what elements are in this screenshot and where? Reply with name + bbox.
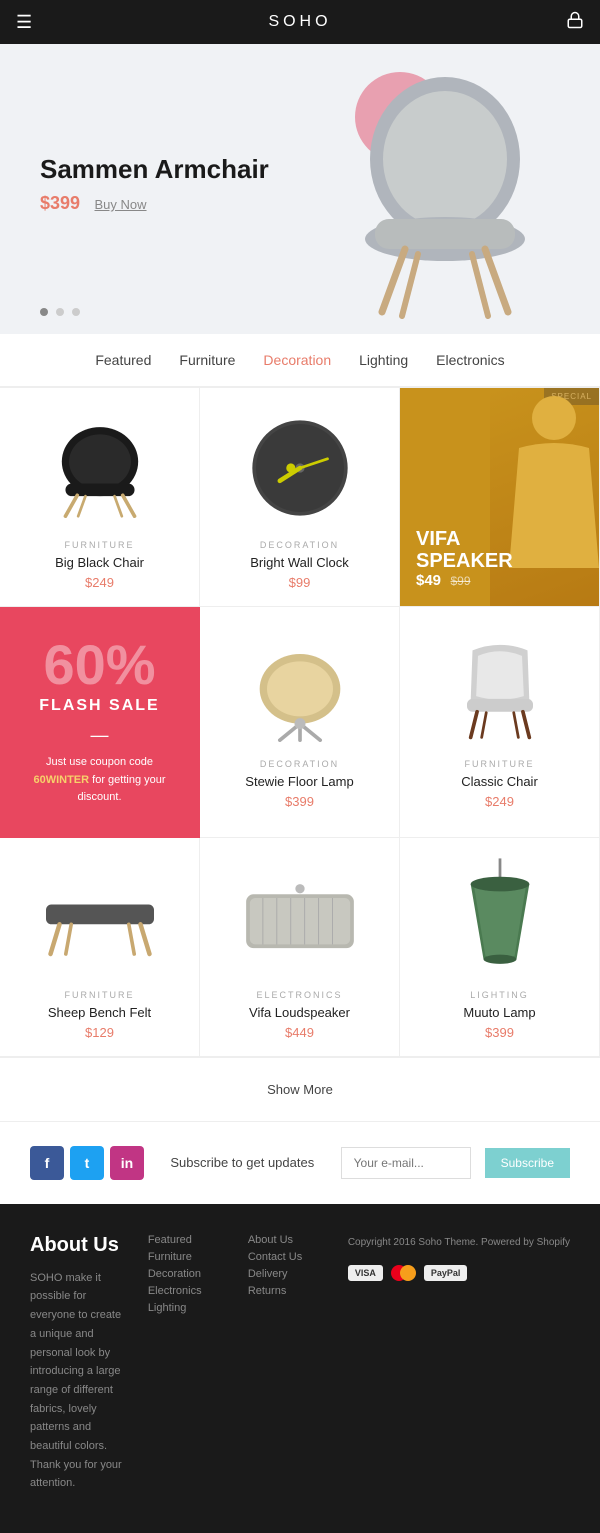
product-muuto-lamp[interactable]: LIGHTING Muuto Lamp $399 xyxy=(400,838,600,1057)
hero-buy-link[interactable]: Buy Now xyxy=(95,197,147,212)
promo-text: Just use coupon code 60WINTER for gettin… xyxy=(20,754,179,807)
product-price: $449 xyxy=(285,1025,314,1040)
promo-dash: — xyxy=(91,725,109,746)
product-name: Big Black Chair xyxy=(55,555,144,570)
footer-links-col1: Featured Furniture Decoration Electronic… xyxy=(148,1234,228,1493)
facebook-icon[interactable]: f xyxy=(30,1146,64,1180)
product-name: Vifa Loudspeaker xyxy=(249,1005,350,1020)
footer-link-electronics[interactable]: Electronics xyxy=(148,1285,228,1297)
promo-percent: 60% xyxy=(43,637,155,693)
flash-sale-banner[interactable]: 60% FLASH SALE — Just use coupon code 60… xyxy=(0,607,200,838)
product-category: LIGHTING xyxy=(470,990,529,1000)
subscribe-button[interactable]: Subscribe xyxy=(485,1148,570,1178)
mastercard-icon xyxy=(391,1265,416,1281)
product-price: $249 xyxy=(485,794,514,809)
product-price: $99 xyxy=(289,575,311,590)
product-image xyxy=(414,858,585,978)
product-category: ELECTRONICS xyxy=(256,990,342,1000)
product-image xyxy=(14,858,185,978)
twitter-icon[interactable]: t xyxy=(70,1146,104,1180)
product-image xyxy=(214,627,385,747)
product-name: Bright Wall Clock xyxy=(250,555,348,570)
visa-icon: VISA xyxy=(348,1265,383,1281)
footer-top: About Us SOHO make it possible for every… xyxy=(30,1234,570,1493)
product-name: Classic Chair xyxy=(461,774,538,789)
product-category: DECORATION xyxy=(260,540,339,550)
footer-right: Copyright 2016 Soho Theme. Powered by Sh… xyxy=(348,1234,570,1493)
product-category: FURNITURE xyxy=(65,990,135,1000)
footer-link-lighting[interactable]: Lighting xyxy=(148,1302,228,1314)
speaker-price-now: $49 xyxy=(416,572,441,589)
product-image xyxy=(414,627,585,747)
cart-icon[interactable] xyxy=(566,11,584,34)
dot-3[interactable] xyxy=(72,308,80,316)
instagram-icon[interactable]: in xyxy=(110,1146,144,1180)
category-nav: Featured Furniture Decoration Lighting E… xyxy=(0,334,600,387)
hero-content: Sammen Armchair $399 Buy Now xyxy=(40,154,269,214)
footer-about-title: About Us xyxy=(30,1234,128,1257)
footer-links-col2: About Us Contact Us Delivery Returns xyxy=(248,1234,328,1493)
product-name: Muuto Lamp xyxy=(463,1005,535,1020)
footer-link-featured[interactable]: Featured xyxy=(148,1234,228,1246)
hero-dots xyxy=(40,308,80,316)
promo-label: FLASH SALE xyxy=(39,697,159,715)
product-price: $399 xyxy=(485,1025,514,1040)
tab-electronics[interactable]: Electronics xyxy=(436,352,504,368)
speaker-price-old: $99 xyxy=(450,574,470,588)
dot-1[interactable] xyxy=(40,308,48,316)
product-category: FURNITURE xyxy=(65,540,135,550)
footer-link-about[interactable]: About Us xyxy=(248,1234,328,1246)
email-input[interactable] xyxy=(341,1147,471,1179)
hero-banner: NEW Sammen Armchair $399 Buy Now xyxy=(0,44,600,334)
footer-link-returns[interactable]: Returns xyxy=(248,1285,328,1297)
speaker-promo-info: VIFA SPEAKER $49 $99 xyxy=(416,528,513,590)
social-icons: f t in xyxy=(30,1146,144,1180)
product-price: $249 xyxy=(85,575,114,590)
product-bright-wall-clock[interactable]: DECORATION Bright Wall Clock $99 xyxy=(200,388,400,607)
footer-about-text: SOHO make it possible for everyone to cr… xyxy=(30,1269,128,1493)
hero-chair-image xyxy=(330,64,560,324)
tab-decoration[interactable]: Decoration xyxy=(263,352,331,368)
hero-title: Sammen Armchair xyxy=(40,154,269,185)
product-vifa-loudspeaker[interactable]: ELECTRONICS Vifa Loudspeaker $449 xyxy=(200,838,400,1057)
product-price: $129 xyxy=(85,1025,114,1040)
product-grid: FURNITURE Big Black Chair $249 DECORATIO… xyxy=(0,387,600,1057)
show-more-section: Show More xyxy=(0,1057,600,1121)
footer-copyright: Copyright 2016 Soho Theme. Powered by Sh… xyxy=(348,1234,570,1251)
header: ☰ SOHO xyxy=(0,0,600,44)
tab-featured[interactable]: Featured xyxy=(95,352,151,368)
hero-price: $399 xyxy=(40,193,80,213)
product-classic-chair[interactable]: FURNITURE Classic Chair $249 xyxy=(400,607,600,838)
footer: About Us SOHO make it possible for every… xyxy=(0,1204,600,1533)
product-image xyxy=(214,408,385,528)
logo: SOHO xyxy=(268,13,331,31)
product-vifa-speaker-promo[interactable]: SPECIAL VIFA SPEAKER $49 $99 xyxy=(400,388,600,607)
payment-icons: VISA PayPal xyxy=(348,1265,570,1281)
product-name: Stewie Floor Lamp xyxy=(245,774,353,789)
footer-link-contact[interactable]: Contact Us xyxy=(248,1251,328,1263)
subscribe-bar: f t in Subscribe to get updates Subscrib… xyxy=(0,1121,600,1204)
speaker-name: VIFA SPEAKER xyxy=(416,528,513,572)
menu-icon[interactable]: ☰ xyxy=(16,12,32,33)
subscribe-label: Subscribe to get updates xyxy=(158,1155,327,1170)
tab-lighting[interactable]: Lighting xyxy=(359,352,408,368)
product-category: DECORATION xyxy=(260,759,339,769)
tab-furniture[interactable]: Furniture xyxy=(179,352,235,368)
footer-link-decoration[interactable]: Decoration xyxy=(148,1268,228,1280)
show-more-button[interactable]: Show More xyxy=(267,1082,333,1097)
product-stewie-floor-lamp[interactable]: DECORATION Stewie Floor Lamp $399 xyxy=(200,607,400,838)
product-image xyxy=(14,408,185,528)
footer-link-delivery[interactable]: Delivery xyxy=(248,1268,328,1280)
product-big-black-chair[interactable]: FURNITURE Big Black Chair $249 xyxy=(0,388,200,607)
product-price: $399 xyxy=(285,794,314,809)
footer-link-furniture[interactable]: Furniture xyxy=(148,1251,228,1263)
product-name: Sheep Bench Felt xyxy=(48,1005,151,1020)
paypal-icon: PayPal xyxy=(424,1265,468,1281)
footer-about: About Us SOHO make it possible for every… xyxy=(30,1234,128,1493)
product-sheep-bench-felt[interactable]: FURNITURE Sheep Bench Felt $129 xyxy=(0,838,200,1057)
product-image xyxy=(214,858,385,978)
dot-2[interactable] xyxy=(56,308,64,316)
product-category: FURNITURE xyxy=(465,759,535,769)
